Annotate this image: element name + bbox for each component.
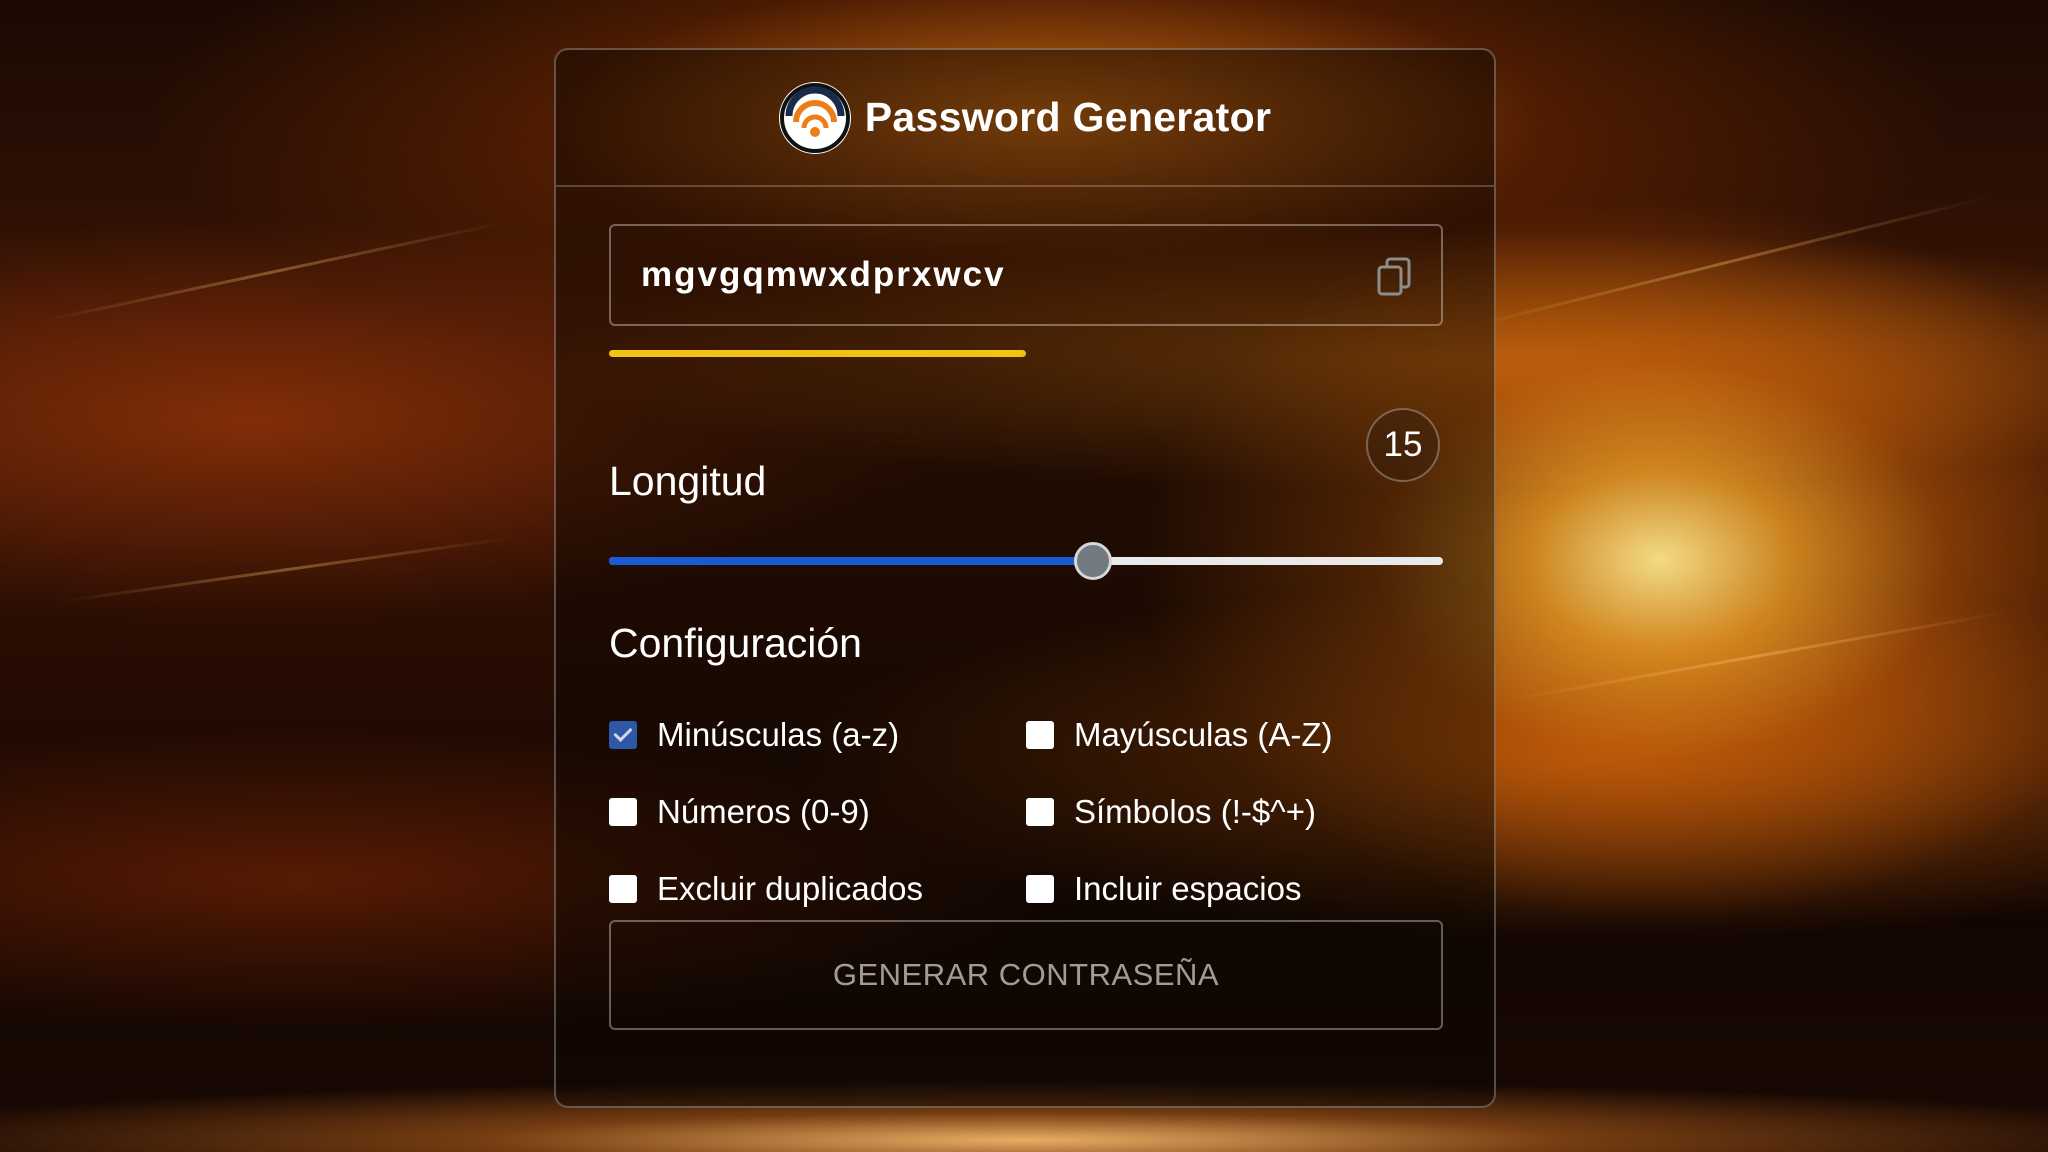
option-lowercase[interactable]: Minúsculas (a-z) bbox=[609, 716, 899, 754]
generator-card: Password Generator mgvgqmwxdprxwcv Longi… bbox=[554, 48, 1496, 1108]
slider-thumb[interactable] bbox=[1073, 542, 1112, 580]
exclude-duplicates-checkbox[interactable] bbox=[609, 875, 637, 903]
background-streak bbox=[59, 535, 516, 603]
symbols-checkbox[interactable] bbox=[1026, 798, 1054, 826]
lowercase-label: Minúsculas (a-z) bbox=[657, 716, 900, 753]
card-header: Password Generator bbox=[556, 50, 1494, 187]
uppercase-checkbox[interactable] bbox=[1026, 721, 1054, 749]
background-streak bbox=[1449, 194, 1994, 333]
strength-meter-fill bbox=[609, 350, 1026, 357]
strength-meter bbox=[609, 350, 1443, 357]
length-slider[interactable] bbox=[609, 542, 1443, 582]
length-value-badge: 15 bbox=[1366, 408, 1440, 482]
include-spaces-label: Incluir espacios bbox=[1074, 870, 1302, 907]
numbers-checkbox[interactable] bbox=[609, 798, 637, 826]
copy-icon[interactable] bbox=[1375, 256, 1415, 298]
password-text: mgvgqmwxdprxwcv bbox=[641, 255, 1006, 294]
option-include-spaces[interactable]: Incluir espacios bbox=[1026, 870, 1301, 908]
uppercase-label: Mayúsculas (A-Z) bbox=[1074, 716, 1333, 753]
config-label: Configuración bbox=[609, 620, 862, 666]
numbers-label: Números (0-9) bbox=[657, 793, 870, 830]
page-title: Password Generator bbox=[864, 94, 1272, 140]
option-numbers[interactable]: Números (0-9) bbox=[609, 793, 870, 831]
option-uppercase[interactable]: Mayúsculas (A-Z) bbox=[1026, 716, 1333, 754]
generate-password-button[interactable]: GENERAR CONTRASEÑA bbox=[609, 920, 1443, 1030]
password-output-field[interactable]: mgvgqmwxdprxwcv bbox=[609, 224, 1443, 326]
include-spaces-checkbox[interactable] bbox=[1026, 875, 1054, 903]
slider-fill bbox=[609, 557, 1093, 565]
option-exclude-duplicates[interactable]: Excluir duplicados bbox=[609, 870, 923, 908]
generator-logo-icon bbox=[778, 81, 851, 154]
exclude-duplicates-label: Excluir duplicados bbox=[657, 870, 923, 907]
background-streak bbox=[39, 220, 510, 323]
symbols-label: Símbolos (!-$^+) bbox=[1074, 793, 1316, 830]
lowercase-checkbox[interactable] bbox=[609, 721, 637, 749]
background-streak bbox=[1499, 609, 2013, 703]
length-label: Longitud bbox=[609, 458, 767, 504]
option-symbols[interactable]: Símbolos (!-$^+) bbox=[1026, 793, 1316, 831]
